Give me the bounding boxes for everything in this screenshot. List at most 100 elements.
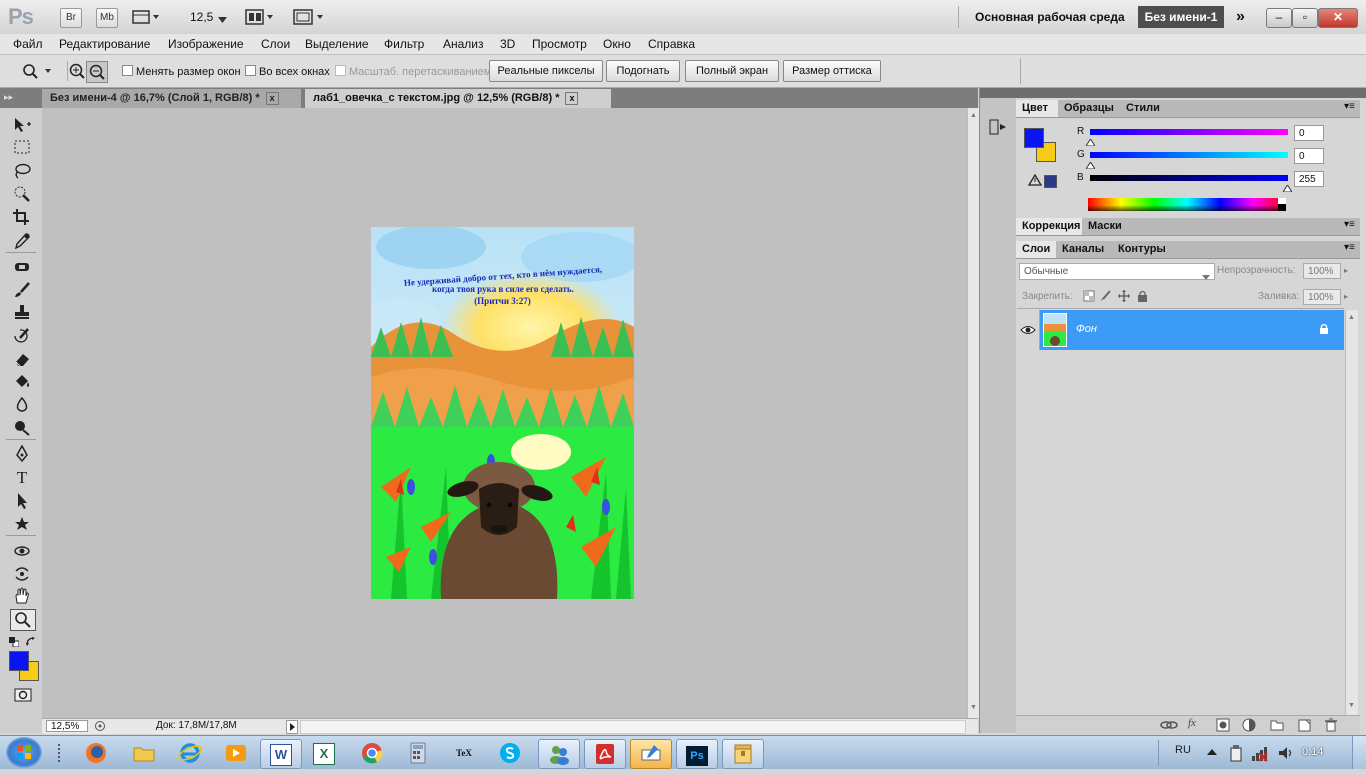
marquee-tool-icon[interactable] [12, 138, 32, 156]
web-safe-color-swatch[interactable] [1044, 175, 1057, 188]
tab-masks[interactable]: Маски [1082, 218, 1128, 235]
path-selection-tool-icon[interactable] [12, 492, 32, 510]
volume-icon[interactable] [1277, 744, 1295, 765]
scroll-up-icon[interactable]: ▲ [1348, 314, 1355, 321]
layer-style-icon[interactable]: fx [1188, 717, 1196, 729]
all-windows-checkbox[interactable]: Во всех окнах [245, 65, 330, 78]
tab-untitled-4[interactable]: Без имени-4 @ 16,7% (Слой 1, RGB/8) * x [42, 89, 301, 108]
b-value-field[interactable]: 255 [1294, 171, 1324, 187]
quick-mask-icon[interactable] [14, 688, 32, 705]
chevron-down-icon[interactable] [1202, 269, 1210, 283]
document-image[interactable]: Не удерживай добро от тех, кто в нём нуж… [371, 227, 634, 599]
menu-item-view[interactable]: Просмотр [532, 37, 587, 51]
healing-brush-tool-icon[interactable] [12, 258, 32, 276]
close-button[interactable]: ✕ [1318, 8, 1358, 28]
menu-item-3d[interactable]: 3D [500, 37, 515, 51]
lock-position-icon[interactable] [1118, 290, 1130, 305]
canvas-area[interactable]: Не удерживай добро от тех, кто в нём нуж… [42, 108, 967, 718]
taskbar-photoshop-button[interactable]: Ps [676, 739, 718, 769]
blend-mode-select[interactable]: Обычные [1019, 263, 1215, 280]
type-tool-icon[interactable]: T [12, 469, 32, 487]
lasso-tool-icon[interactable] [12, 162, 32, 180]
scrubby-zoom-checkbox[interactable]: Масштаб. перетаскиванием [335, 65, 491, 78]
tab-adjustments[interactable]: Коррекция [1016, 218, 1082, 235]
language-indicator[interactable]: RU [1175, 744, 1191, 756]
b-channel-slider[interactable] [1090, 175, 1288, 181]
eyedropper-tool-icon[interactable] [12, 232, 32, 250]
r-value-field[interactable]: 0 [1294, 125, 1324, 141]
resize-windows-checkbox[interactable]: Менять размер окон [122, 65, 241, 78]
opacity-arrow-icon[interactable]: ▸ [1344, 266, 1348, 275]
start-button[interactable] [6, 737, 42, 768]
excel-icon[interactable]: X [306, 739, 342, 767]
tab-sheep-document[interactable]: лаб1_овечка_с текстом.jpg @ 12,5% (RGB/8… [305, 89, 611, 108]
arrange-documents-icon[interactable] [245, 9, 275, 28]
actual-pixels-button[interactable]: Реальные пикселы [489, 60, 603, 82]
menu-item-filter[interactable]: Фильтр [384, 37, 424, 51]
menu-item-layers[interactable]: Слои [261, 37, 290, 51]
internet-explorer-icon[interactable] [172, 739, 208, 767]
chevron-down-icon[interactable] [218, 12, 227, 26]
g-value-field[interactable]: 0 [1294, 148, 1324, 164]
clone-stamp-tool-icon[interactable] [12, 303, 32, 321]
firefox-icon[interactable] [78, 739, 114, 767]
tab-channels[interactable]: Каналы [1056, 241, 1112, 258]
more-workspaces-button[interactable]: » [1236, 8, 1245, 26]
lock-all-icon[interactable] [1137, 290, 1148, 305]
tex-editor-icon[interactable]: TeX [446, 739, 482, 767]
layer-row-background[interactable]: Фон [1040, 310, 1344, 350]
workspace-name[interactable]: Основная рабочая среда [975, 10, 1125, 24]
status-options-icon[interactable] [94, 720, 106, 735]
fill-field[interactable]: 100% [1303, 289, 1341, 305]
tab-close-icon[interactable]: x [265, 91, 279, 105]
screen-mode-icon[interactable] [293, 9, 327, 28]
menu-item-image[interactable]: Изображение [168, 37, 244, 51]
g-channel-slider[interactable] [1090, 152, 1288, 158]
print-size-button[interactable]: Размер оттиска [783, 60, 881, 82]
zoom-tool-icon[interactable] [10, 609, 36, 631]
menu-item-file[interactable]: Файл [13, 37, 43, 51]
mini-bridge-button[interactable]: Mb [96, 8, 118, 28]
panel-dock-header[interactable] [1016, 88, 1366, 98]
network-icon[interactable] [1250, 744, 1270, 765]
scroll-down-icon[interactable]: ▼ [1348, 702, 1355, 709]
crop-tool-icon[interactable] [12, 208, 32, 226]
pen-tool-icon[interactable] [12, 444, 32, 463]
g-slider-handle[interactable] [1085, 158, 1096, 172]
menu-item-help[interactable]: Справка [648, 37, 695, 51]
show-hidden-icons-icon[interactable] [1207, 745, 1217, 759]
menu-item-analysis[interactable]: Анализ [443, 37, 484, 51]
tab-paths[interactable]: Контуры [1112, 241, 1172, 258]
blur-tool-icon[interactable] [12, 396, 32, 414]
fit-screen-button[interactable]: Подогнать [606, 60, 680, 82]
dodge-tool-icon[interactable] [12, 419, 32, 437]
messenger-icon[interactable] [538, 739, 580, 769]
layer-visibility-cell[interactable] [1017, 310, 1040, 350]
tab-color[interactable]: Цвет [1016, 100, 1058, 117]
lock-transparency-icon[interactable] [1083, 290, 1095, 305]
archive-icon[interactable] [722, 739, 764, 769]
zoom-in-icon[interactable] [68, 62, 86, 83]
link-layers-icon[interactable] [1160, 718, 1178, 735]
menu-item-select[interactable]: Выделение [305, 37, 369, 51]
lock-pixels-icon[interactable] [1100, 290, 1112, 305]
color-panel-foreground-swatch[interactable] [1024, 128, 1044, 148]
status-menu-arrow[interactable] [286, 720, 298, 734]
out-of-gamut-warning-icon[interactable] [1027, 173, 1043, 189]
move-tool-icon[interactable] [12, 116, 32, 134]
removable-device-icon[interactable] [1228, 744, 1244, 765]
show-desktop-button[interactable] [1352, 736, 1366, 769]
r-slider-handle[interactable] [1085, 135, 1096, 149]
paint-icon[interactable] [630, 739, 672, 769]
zoom-field[interactable]: 12,5% [46, 720, 88, 732]
zoom-out-icon[interactable] [86, 61, 108, 83]
panel-menu-icon[interactable]: ▾≡ [1344, 101, 1355, 112]
scroll-up-icon[interactable]: ▲ [970, 112, 977, 119]
panel-menu-icon[interactable]: ▾≡ [1344, 219, 1355, 230]
history-brush-tool-icon[interactable] [12, 327, 32, 345]
calculator-icon[interactable] [400, 739, 436, 767]
skype-icon[interactable] [492, 739, 528, 767]
layers-scrollbar[interactable]: ▲ ▼ [1345, 310, 1358, 715]
tab-swatches[interactable]: Образцы [1058, 100, 1120, 117]
b-slider-handle[interactable] [1282, 181, 1293, 195]
